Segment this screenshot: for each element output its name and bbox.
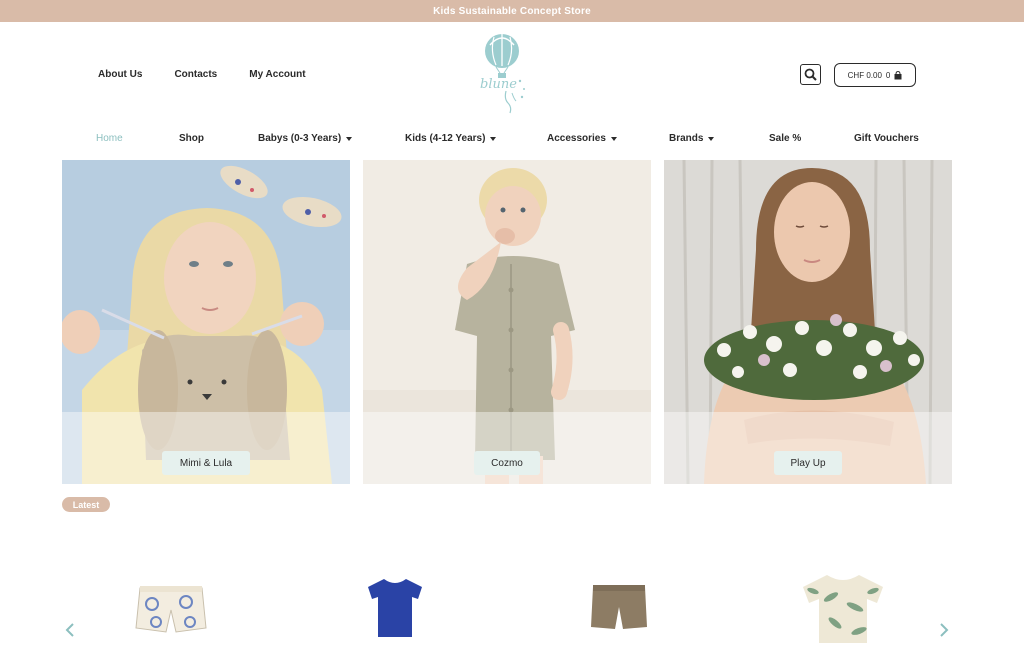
nav-sale[interactable]: Sale %	[769, 133, 801, 144]
nav-home-label: Home	[96, 133, 123, 144]
caret-down-icon	[346, 136, 353, 141]
carousel-next-button[interactable]	[937, 621, 951, 639]
blue-tshirt-image	[368, 579, 422, 637]
latest-badge: Latest	[62, 497, 110, 512]
nav-shop-label: Shop	[179, 133, 204, 144]
brand-button-mimi-lula[interactable]: Mimi & Lula	[162, 451, 250, 475]
floral-shorts-image	[135, 586, 207, 633]
product-card[interactable]	[589, 583, 649, 638]
cart-button[interactable]: CHF 0.00 0	[834, 63, 916, 87]
header-links: About Us Contacts My Account	[98, 69, 306, 80]
nav-brands[interactable]: Brands	[669, 133, 715, 144]
carousel-prev-button[interactable]	[63, 621, 77, 639]
my-account-link[interactable]: My Account	[249, 69, 305, 80]
search-icon	[804, 68, 817, 81]
cart-total: CHF 0.00	[847, 70, 882, 80]
nav-gift-vouchers-label: Gift Vouchers	[854, 133, 919, 144]
brand-button-play-up[interactable]: Play Up	[774, 451, 842, 475]
leaf-print-tshirt-image	[803, 575, 883, 643]
cart-count: 0	[885, 70, 891, 80]
brand-button-cozmo[interactable]: Cozmo	[474, 451, 540, 475]
brand-tile-mimi-lula[interactable]: Mimi & Lula	[62, 160, 350, 484]
nav-sale-label: Sale %	[769, 133, 802, 144]
caret-down-icon	[490, 136, 497, 141]
contacts-link[interactable]: Contacts	[174, 69, 217, 80]
main-navigation: Home Shop Babys (0-3 Years) Kids (4-12 Y…	[0, 133, 1024, 147]
brand-tile-cozmo[interactable]: Cozmo	[363, 160, 651, 484]
caret-down-icon	[610, 136, 617, 141]
nav-accessories[interactable]: Accessories	[547, 133, 617, 144]
nav-babys[interactable]: Babys (0-3 Years)	[258, 133, 353, 144]
product-card[interactable]	[801, 573, 885, 650]
brown-shorts-image	[591, 585, 647, 629]
nav-brands-label: Brands	[669, 133, 704, 144]
nav-gift-vouchers[interactable]: Gift Vouchers	[854, 133, 919, 144]
nav-home[interactable]: Home	[96, 133, 123, 144]
about-us-link[interactable]: About Us	[98, 69, 142, 80]
shopping-bag-icon	[894, 70, 902, 79]
nav-shop[interactable]: Shop	[179, 133, 204, 144]
nav-accessories-label: Accessories	[547, 133, 606, 144]
nav-babys-label: Babys (0-3 Years)	[258, 133, 342, 144]
chevron-left-icon	[65, 623, 74, 637]
product-card[interactable]	[134, 580, 208, 641]
search-button[interactable]	[800, 64, 821, 85]
nav-kids-label: Kids (4-12 Years)	[405, 133, 486, 144]
caret-down-icon	[708, 136, 715, 141]
store-logo[interactable]: blune	[476, 33, 538, 117]
chevron-right-icon	[940, 623, 949, 637]
announcement-bar: Kids Sustainable Concept Store	[0, 0, 1024, 22]
nav-kids[interactable]: Kids (4-12 Years)	[405, 133, 497, 144]
brand-tile-play-up[interactable]: Play Up	[664, 160, 952, 484]
announcement-text: Kids Sustainable Concept Store	[433, 5, 591, 17]
product-card[interactable]	[366, 577, 424, 644]
logo-text: blune	[480, 77, 517, 92]
